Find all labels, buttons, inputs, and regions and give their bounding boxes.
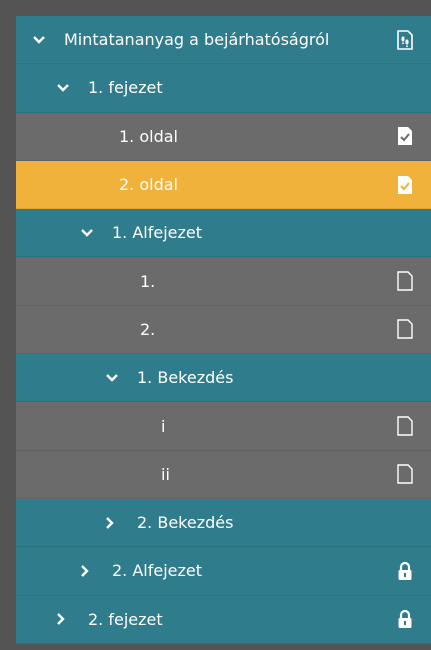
tree-node-label: 2. oldal (119, 175, 178, 195)
tree-node-label: 1. oldal (119, 126, 178, 146)
chevron-down-icon[interactable] (80, 228, 98, 238)
tree-node-label: 1. fejezet (88, 78, 163, 98)
tree-node-paragraph-1[interactable]: 1. Bekezdés (16, 354, 431, 403)
tree-node-paragraph-2[interactable]: 2. Bekezdés (16, 498, 431, 548)
tree-node-subchapter-2[interactable]: 2. Alfejezet (16, 547, 431, 596)
tree-node-label: ii (161, 464, 170, 484)
footprints-document-icon (396, 29, 414, 50)
tree-node-chapter-2[interactable]: 2. fejezet (16, 595, 431, 644)
lock-icon (396, 561, 414, 581)
tree-node-label: 1. Alfejezet (112, 223, 203, 243)
course-tree: Mintatananyag a bejárhatóságról 1. fejez… (16, 16, 431, 644)
tree-node-label: 1. (140, 271, 156, 291)
tree-node-label: 1. Bekezdés (137, 368, 234, 388)
document-check-icon (396, 126, 414, 146)
tree-node-page-1[interactable]: 1. oldal (16, 112, 431, 161)
tree-node-label: Mintatananyag a bejárhatóságról (64, 30, 330, 50)
tree-node-page-1-dot[interactable]: 1. (16, 257, 431, 306)
tree-node-page-2-dot[interactable]: 2. (16, 305, 431, 355)
tree-node-subchapter-1[interactable]: 1. Alfejezet (16, 209, 431, 258)
chevron-down-icon[interactable] (56, 83, 74, 93)
tree-node-chapter-1[interactable]: 1. fejezet (16, 64, 431, 113)
document-outline-icon (396, 271, 414, 291)
chevron-right-icon[interactable] (80, 564, 98, 578)
tree-node-label: 2. fejezet (88, 609, 163, 629)
lock-icon (396, 609, 414, 629)
tree-node-page-ii[interactable]: ii (16, 450, 431, 499)
chevron-down-icon[interactable] (32, 35, 50, 45)
document-outline-icon (396, 464, 414, 485)
tree-node-label: 2. (140, 319, 156, 339)
document-outline-icon (396, 416, 414, 436)
tree-node-label: i (161, 416, 166, 436)
tree-node-label: 2. Alfejezet (112, 561, 203, 581)
document-outline-icon (396, 319, 414, 340)
tree-node-course[interactable]: Mintatananyag a bejárhatóságról (16, 16, 431, 65)
chevron-right-icon[interactable] (56, 612, 74, 626)
tree-node-label: 2. Bekezdés (137, 513, 234, 533)
tree-node-page-i[interactable]: i (16, 402, 431, 451)
tree-node-page-2[interactable]: 2. oldal (16, 160, 431, 210)
navigation-panel: Mintatananyag a bejárhatóságról 1. fejez… (0, 0, 431, 650)
document-check-icon (396, 175, 414, 195)
chevron-down-icon[interactable] (105, 373, 123, 383)
chevron-right-icon[interactable] (105, 516, 123, 530)
